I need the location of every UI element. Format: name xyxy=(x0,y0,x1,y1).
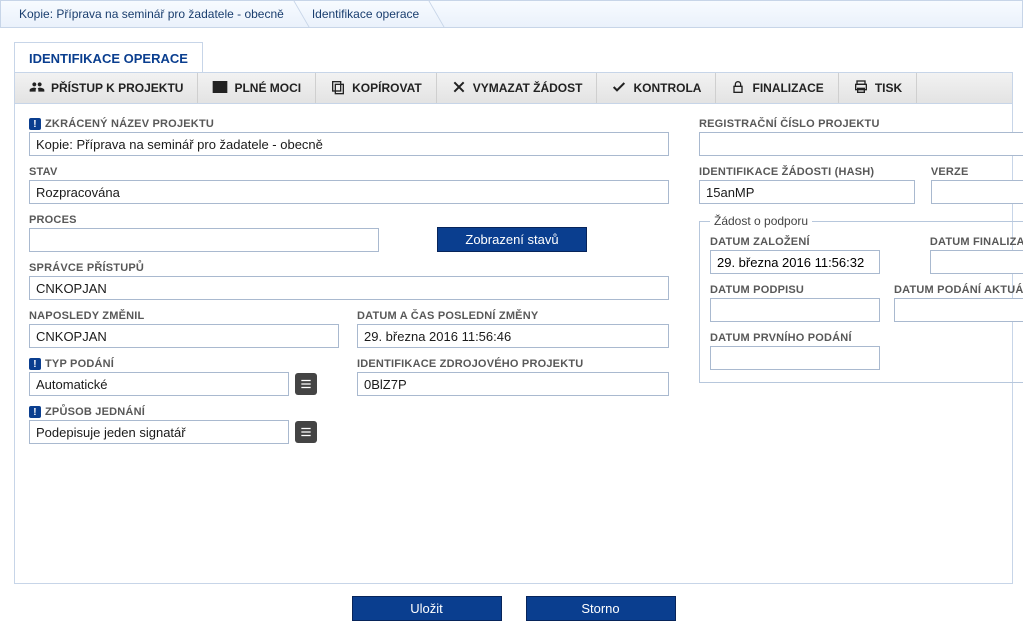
access-admin-input[interactable] xyxy=(29,276,669,300)
version-label: VERZE xyxy=(931,166,1023,178)
sign-date-input[interactable] xyxy=(710,298,880,322)
short-name-label-text: ZKRÁCENÝ NÁZEV PROJEKTU xyxy=(45,118,214,130)
breadcrumb-item-1[interactable]: Kopie: Příprava na seminář pro žadatele … xyxy=(9,0,302,28)
sub-type-label-text: TYP PODÁNÍ xyxy=(45,358,114,370)
process-label: PROCES xyxy=(29,214,379,226)
state-input[interactable] xyxy=(29,180,669,204)
toolbar: PŘÍSTUP K PROJEKTU PLNÉ MOCI KOPÍROVAT V… xyxy=(14,72,1013,104)
version-input[interactable] xyxy=(931,180,1023,204)
breadcrumb-item-2[interactable]: Identifikace operace xyxy=(302,0,437,28)
toolbar-copy-label: KOPÍROVAT xyxy=(352,81,422,95)
list-icon xyxy=(299,377,313,391)
toolbar-finalize-label: FINALIZACE xyxy=(752,81,823,95)
close-icon xyxy=(451,79,467,98)
reg-no-input[interactable] xyxy=(699,132,1023,156)
toolbar-poa[interactable]: PLNÉ MOCI xyxy=(198,73,316,103)
support-request-legend: Žádost o podporu xyxy=(710,214,812,228)
toolbar-delete[interactable]: VYMAZAT ŽÁDOST xyxy=(437,73,598,103)
lock-icon xyxy=(730,79,746,98)
list-icon xyxy=(299,425,313,439)
act-mode-label: ! ZPŮSOB JEDNÁNÍ xyxy=(29,406,669,418)
last-changed-by-label: NAPOSLEDY ZMĚNIL xyxy=(29,310,339,322)
required-icon: ! xyxy=(29,358,41,370)
copy-icon xyxy=(330,79,346,98)
act-mode-picker[interactable] xyxy=(295,421,317,443)
access-admin-label: SPRÁVCE PŘÍSTUPŮ xyxy=(29,262,669,274)
submit-date-label: DATUM PODÁNÍ AKTUÁLNÍ VERZE ŽÁDOSTI xyxy=(894,284,1023,296)
src-id-input[interactable] xyxy=(357,372,669,396)
toolbar-print[interactable]: TISK xyxy=(839,73,917,103)
tab-active[interactable]: IDENTIFIKACE OPERACE xyxy=(14,42,203,72)
hash-input[interactable] xyxy=(699,180,915,204)
mail-icon xyxy=(212,79,228,98)
created-label: DATUM ZALOŽENÍ xyxy=(710,236,916,248)
last-changed-by-input[interactable] xyxy=(29,324,339,348)
last-changed-at-input[interactable] xyxy=(357,324,669,348)
process-input[interactable] xyxy=(29,228,379,252)
save-button[interactable]: Uložit xyxy=(352,596,502,621)
first-submit-input[interactable] xyxy=(710,346,880,370)
check-icon xyxy=(611,79,627,98)
act-mode-input[interactable] xyxy=(29,420,289,444)
people-icon xyxy=(29,79,45,98)
show-states-button[interactable]: Zobrazení stavů xyxy=(437,227,587,252)
submit-date-input[interactable] xyxy=(894,298,1023,322)
toolbar-access[interactable]: PŘÍSTUP K PROJEKTU xyxy=(15,73,198,103)
reg-no-label: REGISTRAČNÍ ČÍSLO PROJEKTU xyxy=(699,118,1023,130)
sub-type-input[interactable] xyxy=(29,372,289,396)
required-icon: ! xyxy=(29,118,41,130)
breadcrumb: Kopie: Příprava na seminář pro žadatele … xyxy=(0,0,1023,28)
act-mode-label-text: ZPŮSOB JEDNÁNÍ xyxy=(45,406,145,418)
toolbar-poa-label: PLNÉ MOCI xyxy=(234,81,301,95)
toolbar-check[interactable]: KONTROLA xyxy=(597,73,716,103)
final-date-label: DATUM FINALIZACE xyxy=(930,236,1023,248)
created-input[interactable] xyxy=(710,250,880,274)
toolbar-check-label: KONTROLA xyxy=(633,81,701,95)
short-name-label: ! ZKRÁCENÝ NÁZEV PROJEKTU xyxy=(29,118,669,130)
print-icon xyxy=(853,79,869,98)
hash-label: IDENTIFIKACE ŽÁDOSTI (HASH) xyxy=(699,166,915,178)
toolbar-finalize[interactable]: FINALIZACE xyxy=(716,73,838,103)
toolbar-access-label: PŘÍSTUP K PROJEKTU xyxy=(51,81,183,95)
src-id-label: IDENTIFIKACE ZDROJOVÉHO PROJEKTU xyxy=(357,358,669,370)
short-name-input[interactable] xyxy=(29,132,669,156)
required-icon: ! xyxy=(29,406,41,418)
state-label: STAV xyxy=(29,166,669,178)
sub-type-picker[interactable] xyxy=(295,373,317,395)
first-submit-label: DATUM PRVNÍHO PODÁNÍ xyxy=(710,332,1023,344)
final-date-input[interactable] xyxy=(930,250,1023,274)
support-request-group: Žádost o podporu DATUM ZALOŽENÍ DATUM FI… xyxy=(699,214,1023,383)
cancel-button[interactable]: Storno xyxy=(526,596,676,621)
sign-date-label: DATUM PODPISU xyxy=(710,284,880,296)
toolbar-print-label: TISK xyxy=(875,81,902,95)
last-changed-at-label: DATUM A ČAS POSLEDNÍ ZMĚNY xyxy=(357,310,669,322)
toolbar-copy[interactable]: KOPÍROVAT xyxy=(316,73,437,103)
sub-type-label: ! TYP PODÁNÍ xyxy=(29,358,339,370)
toolbar-delete-label: VYMAZAT ŽÁDOST xyxy=(473,81,583,95)
